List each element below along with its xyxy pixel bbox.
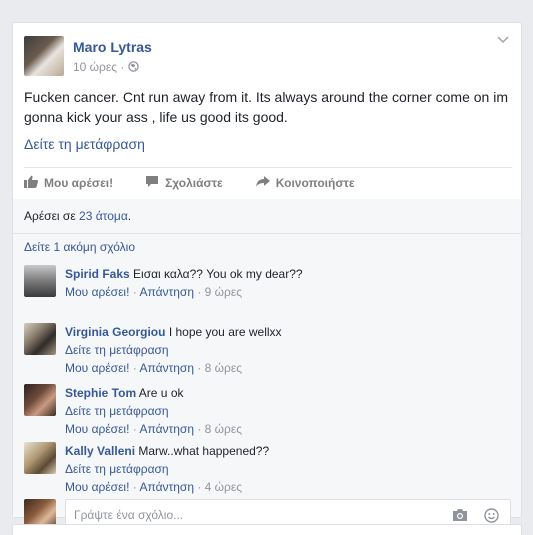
action-bar: Μου αρέσει! Σχολιάστε Κοινοποιήστε [24,173,512,193]
next-post-card [12,524,522,535]
post-text: Fucken cancer. Cnt run away from it. Its… [24,89,508,125]
share-button-label: Κοινοποιήστε [275,176,355,190]
commenter-avatar[interactable] [24,442,56,474]
comment-like-link[interactable]: Μου αρέσει! [65,285,129,299]
globe-icon [127,60,139,74]
likes-suffix: . [127,209,132,223]
divider [24,167,512,168]
commenter-avatar[interactable] [24,323,56,355]
comment-time[interactable]: 9 ώρες [205,285,242,299]
comment-reply-link[interactable]: Απάντηση [139,285,194,299]
like-button[interactable]: Μου αρέσει! [24,175,113,191]
comment-text: Εισαι καλα?? You ok my dear?? [133,267,303,281]
comment-like-link[interactable]: Μου αρέσει! [65,480,129,494]
likes-count-link[interactable]: 23 άτομα [79,209,128,223]
commenter-name[interactable]: Virginia Georgiou [65,325,165,339]
comment-reply-link[interactable]: Απάντηση [139,480,194,494]
view-more-comments-link[interactable]: Δείτε 1 ακόμη σχόλιο [24,240,135,254]
share-button[interactable]: Κοινοποιήστε [255,175,355,191]
comment-translation-link[interactable]: Δείτε τη μετάφραση [65,402,505,420]
comments-section: Αρέσει σε 23 άτομα. Δείτε 1 ακόμη σχόλιο… [13,199,521,531]
commenter-avatar[interactable] [24,384,56,416]
commenter-name[interactable]: Spirid Faks [65,267,130,281]
likes-summary: Αρέσει σε 23 άτομα. [24,209,131,223]
commenter-name[interactable]: Stephie Tom [65,386,136,400]
commenter-name[interactable]: Kally Valleni [65,444,135,458]
comment-time[interactable]: 8 ώρες [205,422,242,436]
camera-icon[interactable] [452,508,468,525]
see-translation-link[interactable]: Δείτε τη μετάφραση [24,136,145,152]
comment-translation-link[interactable]: Δείτε τη μετάφραση [65,341,505,359]
chevron-down-icon[interactable] [497,35,509,47]
comment-text: Marw..what happened?? [138,444,270,458]
likes-prefix: Αρέσει σε [24,209,76,223]
like-button-label: Μου αρέσει! [44,176,114,190]
comment-translation-link[interactable]: Δείτε τη μετάφραση [65,460,505,478]
post-meta: 10 ώρες · [73,60,139,74]
comment-like-link[interactable]: Μου αρέσει! [65,422,129,436]
comment-time[interactable]: 4 ώρες [205,480,242,494]
comment-button-label: Σχολιάστε [165,176,223,190]
author-avatar[interactable] [24,36,64,76]
commenter-avatar[interactable] [24,265,56,297]
post-timestamp[interactable]: 10 ώρες [73,60,117,74]
comment-text: I hope you are wellxx [168,325,282,339]
speech-bubble-icon [145,175,165,191]
author-name[interactable]: Maro Lytras [73,39,152,55]
thumbs-up-icon [24,175,44,191]
divider [13,233,521,234]
comment-time[interactable]: 8 ώρες [205,361,242,375]
meta-separator: · [120,60,125,74]
comment-reply-link[interactable]: Απάντηση [139,361,194,375]
comment-button[interactable]: Σχολιάστε [145,175,223,191]
comment-reply-link[interactable]: Απάντηση [139,422,194,436]
share-arrow-icon [255,175,276,191]
comment-text: Are u ok [138,386,184,400]
post-card: Maro Lytras 10 ώρες · Fucken cancer. Cnt… [12,22,522,531]
comment-like-link[interactable]: Μου αρέσει! [65,361,129,375]
